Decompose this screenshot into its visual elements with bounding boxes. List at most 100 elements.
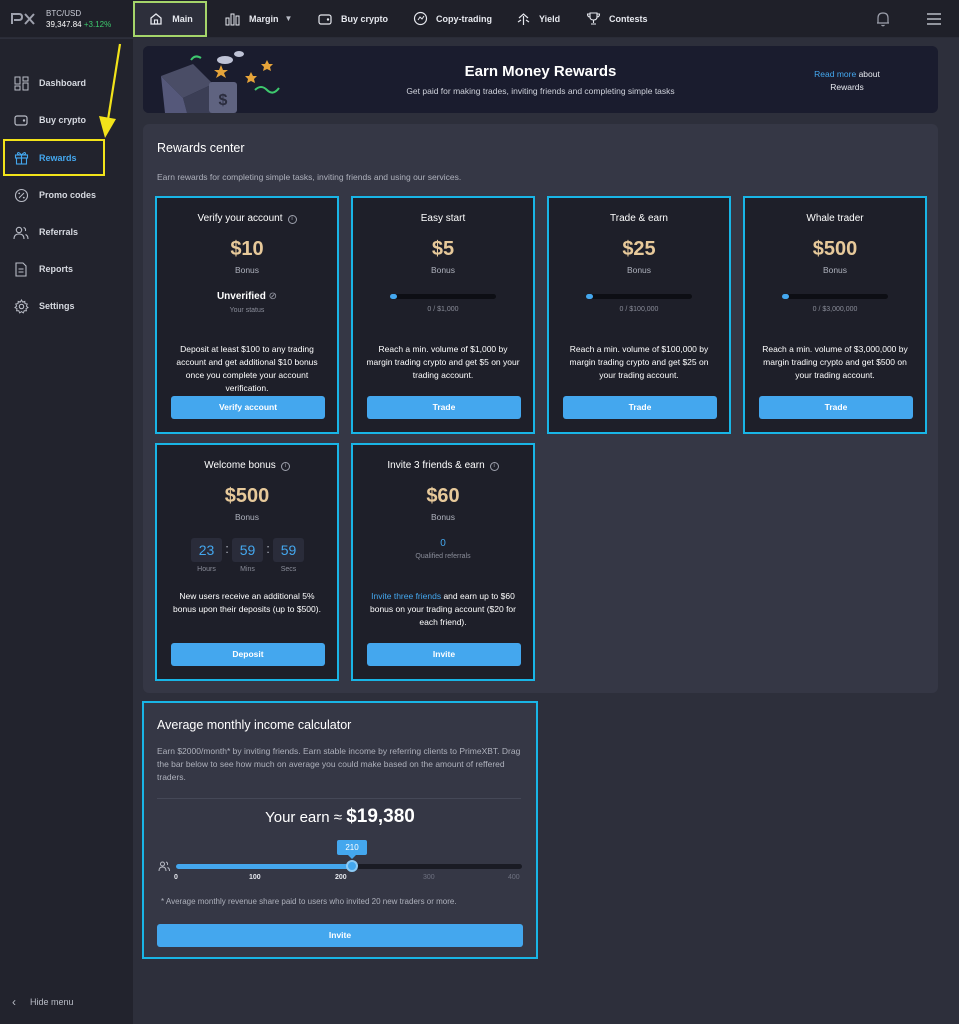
qualified-referrals-count: 0	[440, 538, 446, 549]
account-status-label: Your status	[229, 307, 265, 314]
hide-menu-label: Hide menu	[30, 997, 74, 1007]
timer-secs: 59	[273, 538, 304, 562]
yield-icon	[514, 10, 532, 28]
trophy-icon	[584, 10, 602, 28]
info-icon[interactable]: i	[489, 462, 499, 471]
timer-mins-label: Mins	[240, 566, 255, 573]
card-amount: $500	[812, 238, 858, 260]
wallet-icon	[12, 111, 30, 129]
trade-button[interactable]: Trade	[563, 396, 717, 419]
volume-progress-bar	[586, 294, 692, 299]
timer-separator: :	[266, 541, 270, 556]
verify-account-button[interactable]: Verify account	[171, 396, 325, 419]
primexbt-logo[interactable]	[0, 0, 46, 38]
nav-copy-trading[interactable]: Copy-trading	[401, 0, 502, 38]
nav-yield[interactable]: Yield	[504, 0, 570, 38]
dashboard-icon	[12, 74, 30, 92]
nav-main[interactable]: Main	[133, 1, 207, 37]
progress-label: 0 / $1,000	[427, 306, 459, 313]
chevron-left-icon: ‹	[12, 995, 16, 1009]
sidebar-item-rewards[interactable]: Rewards	[3, 139, 105, 176]
nav-buy-crypto[interactable]: Buy crypto	[306, 0, 398, 38]
timer-mins: 59	[232, 538, 263, 562]
document-icon	[12, 260, 30, 278]
top-bar: BTC/USD 39,347.84 +3.12% Main Margin ▼ B…	[0, 0, 959, 38]
income-calculator: Average monthly income calculator Earn $…	[142, 701, 538, 959]
calculator-invite-button[interactable]: Invite	[157, 924, 523, 947]
btc-ticker[interactable]: BTC/USD 39,347.84 +3.12%	[46, 8, 130, 30]
slider-thumb[interactable]	[346, 860, 358, 872]
hamburger-menu-icon[interactable]	[925, 11, 943, 27]
slider-value-tooltip: 210	[337, 840, 367, 859]
nav-main-label: Main	[172, 14, 193, 24]
sidebar-item-promo-codes[interactable]: Promo codes	[12, 180, 130, 210]
invite-friends-link[interactable]: Invite three friends	[371, 591, 441, 601]
sidebar-item-label: Reports	[39, 264, 74, 274]
sidebar-item-settings[interactable]: Settings	[12, 291, 130, 321]
info-icon[interactable]: i	[287, 215, 297, 224]
bell-icon[interactable]	[874, 10, 892, 28]
card-description: Reach a min. volume of $1,000 by margin …	[366, 344, 520, 380]
card-trade-earn: Trade & earn $25 Bonus 0 / $100,000 Reac…	[547, 196, 731, 434]
deposit-button[interactable]: Deposit	[171, 643, 325, 666]
calculator-footnote: * Average monthly revenue share paid to …	[161, 897, 457, 906]
calculator-description: Earn $2000/month* by inviting friends. E…	[157, 746, 521, 782]
progress-fill	[782, 294, 789, 299]
nav-copy-trading-label: Copy-trading	[436, 13, 492, 24]
invite-button[interactable]: Invite	[367, 643, 521, 666]
sidebar-item-label: Dashboard	[39, 78, 87, 88]
card-bonus-label: Bonus	[430, 512, 456, 522]
card-amount: $25	[622, 238, 656, 260]
card-title: Whale trader	[806, 213, 864, 224]
nav-margin[interactable]: Margin ▼	[214, 0, 302, 38]
card-amount: $60	[426, 485, 460, 507]
card-amount: $5	[431, 238, 455, 260]
progress-label: 0 / $100,000	[619, 306, 659, 313]
divider	[157, 798, 521, 799]
timer-hours: 23	[191, 538, 222, 562]
percent-icon	[12, 186, 30, 204]
bar-chart-icon	[224, 10, 242, 28]
countdown-timer: 23 : 59 : 59	[191, 538, 304, 562]
card-title: Welcome bonus i	[157, 460, 337, 471]
card-bonus-label: Bonus	[234, 265, 260, 275]
earnings-value: $19,380	[346, 806, 415, 827]
users-icon	[158, 861, 170, 872]
card-description: New users receive an additional 5% bonus…	[173, 591, 321, 614]
card-bonus-label: Bonus	[822, 265, 848, 275]
timer-hours-label: Hours	[197, 566, 216, 573]
calculator-title: Average monthly income calculator	[157, 718, 352, 732]
trade-button[interactable]: Trade	[759, 396, 913, 419]
ticker-price: 39,347.84	[46, 19, 82, 29]
rewards-center: Rewards center Earn rewards for completi…	[143, 124, 938, 693]
progress-fill	[586, 294, 593, 299]
volume-progress-bar	[390, 294, 496, 299]
card-description: Reach a min. volume of $3,000,000 by mar…	[762, 344, 908, 380]
info-icon[interactable]: i	[280, 462, 290, 471]
hide-menu-button[interactable]: ‹ Hide menu	[12, 995, 74, 1009]
card-bonus-label: Bonus	[234, 512, 260, 522]
nav-buy-crypto-label: Buy crypto	[341, 13, 389, 24]
nav-contests[interactable]: Contests	[574, 0, 658, 38]
card-amount: $10	[230, 238, 264, 260]
trade-button[interactable]: Trade	[367, 396, 521, 419]
card-easy-start: Easy start $5 Bonus 0 / $1,000 Reach a m…	[351, 196, 535, 434]
slider-tick: 200	[335, 874, 347, 881]
card-whale-trader: Whale trader $500 Bonus 0 / $3,000,000 R…	[743, 196, 927, 434]
card-welcome-bonus: Welcome bonus i $500 Bonus 23 : 59 : 59 H…	[155, 443, 339, 681]
card-description: Invite three friends and earn up to $60 …	[369, 591, 516, 627]
sidebar-item-referrals[interactable]: Referrals	[12, 217, 130, 247]
rewards-center-subtitle: Earn rewards for completing simple tasks…	[157, 172, 462, 182]
sidebar-item-reports[interactable]: Reports	[12, 254, 130, 284]
progress-label: 0 / $3,000,000	[812, 306, 858, 313]
timer-secs-label: Secs	[280, 566, 297, 573]
timer-labels: Hours Mins Secs	[191, 566, 304, 573]
card-title: Invite 3 friends & earn i	[353, 460, 533, 471]
read-more-link[interactable]: Read more	[814, 69, 856, 79]
qualified-referrals-label: Qualified referrals	[415, 553, 471, 560]
gear-icon	[12, 297, 30, 315]
card-title: Verify your account i	[157, 213, 337, 224]
home-icon	[147, 10, 165, 28]
timer-separator: :	[225, 541, 229, 556]
gift-icon	[12, 149, 30, 167]
